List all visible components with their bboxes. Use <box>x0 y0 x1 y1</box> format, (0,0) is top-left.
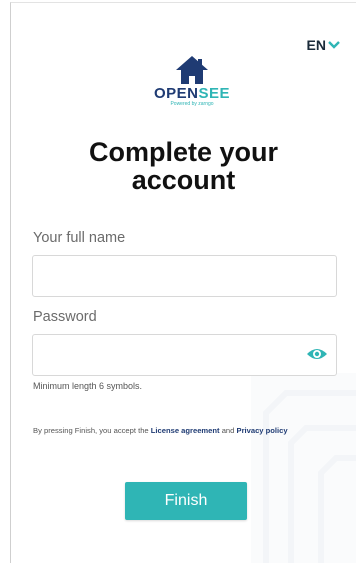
eye-icon[interactable] <box>306 346 328 362</box>
password-label: Password <box>33 309 97 325</box>
language-label: EN <box>306 37 326 53</box>
fullname-label: Your full name <box>33 230 126 246</box>
logo-wordmark: OPENSEE <box>153 85 231 102</box>
terms-and: and <box>221 426 235 435</box>
password-field[interactable] <box>32 334 337 376</box>
language-selector[interactable]: EN <box>307 37 340 53</box>
password-input[interactable] <box>43 335 307 375</box>
privacy-policy-link[interactable]: Privacy policy <box>237 426 288 435</box>
license-agreement-link[interactable]: License agreement <box>151 426 220 435</box>
background-decoration <box>251 373 356 563</box>
terms-text: By pressing Finish, you accept the Licen… <box>33 426 288 435</box>
chevron-down-icon <box>328 41 340 49</box>
fullname-input[interactable] <box>43 256 307 296</box>
password-hint: Minimum length 6 symbols. <box>33 381 143 391</box>
fullname-field[interactable] <box>32 255 337 297</box>
app-logo: OPENSEE Powered by zarngo <box>142 55 242 111</box>
signup-screen: EN OPENSEE Powered by zarngo Complete yo… <box>10 2 356 563</box>
page-title: Complete your account <box>88 137 279 195</box>
finish-button[interactable]: Finish <box>125 482 247 520</box>
house-icon <box>176 56 208 84</box>
terms-prefix: By pressing Finish, you accept the <box>33 426 149 435</box>
